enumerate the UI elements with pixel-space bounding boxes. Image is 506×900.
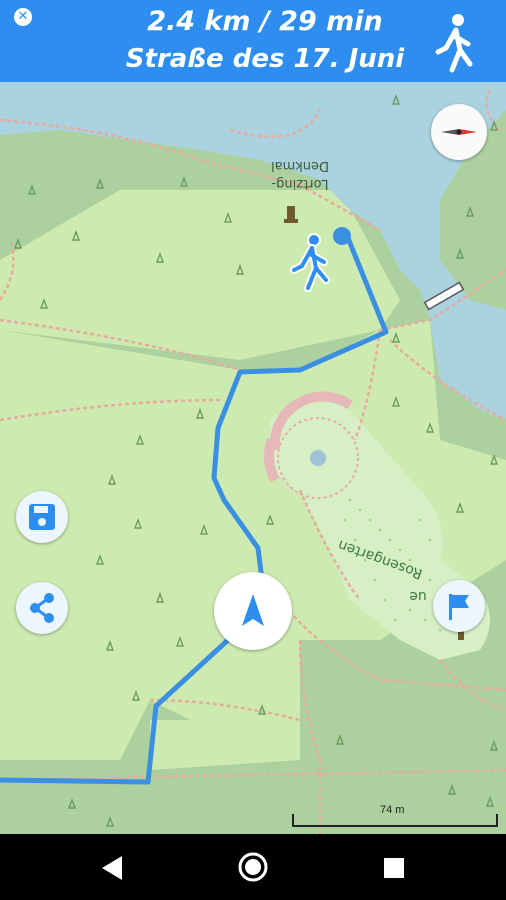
monument-label-line2: Denkmal — [271, 158, 329, 173]
start-navigation-button[interactable] — [214, 572, 292, 650]
recents-icon[interactable] — [382, 856, 406, 880]
save-icon — [29, 504, 55, 530]
back-icon[interactable] — [100, 854, 126, 882]
system-navigation-bar — [0, 834, 506, 900]
home-icon[interactable] — [237, 851, 269, 883]
share-button[interactable] — [16, 582, 68, 634]
save-button[interactable] — [16, 491, 68, 543]
map-canvas: Lortzing- Denkmal Rosengarten ue — [0, 82, 506, 834]
compass-icon[interactable] — [431, 104, 487, 160]
rose-garden-label-fragment: ue — [409, 588, 427, 604]
walker-position-icon — [288, 232, 332, 298]
navigation-arrow-icon — [242, 594, 264, 626]
flag-icon — [449, 594, 469, 620]
map-view[interactable]: Lortzing- Denkmal Rosengarten ue — [0, 82, 506, 834]
lake-water-north — [0, 82, 250, 110]
map-scale: 74 m — [292, 804, 498, 828]
share-icon — [30, 593, 54, 623]
route-start-marker — [333, 227, 351, 245]
route-street-name: Straße des 17. Juni — [125, 44, 405, 74]
route-header: ✕ 2.4 km / 29 min Straße des 17. Juni — [0, 0, 506, 82]
close-icon[interactable]: ✕ — [14, 8, 32, 26]
route-distance-time: 2.4 km / 29 min — [147, 6, 383, 37]
pedestrian-icon[interactable] — [428, 10, 484, 74]
monument-label-line1: Lortzing- — [271, 176, 328, 191]
scale-label: 74 m — [380, 804, 405, 816]
destination-button[interactable] — [433, 580, 485, 632]
